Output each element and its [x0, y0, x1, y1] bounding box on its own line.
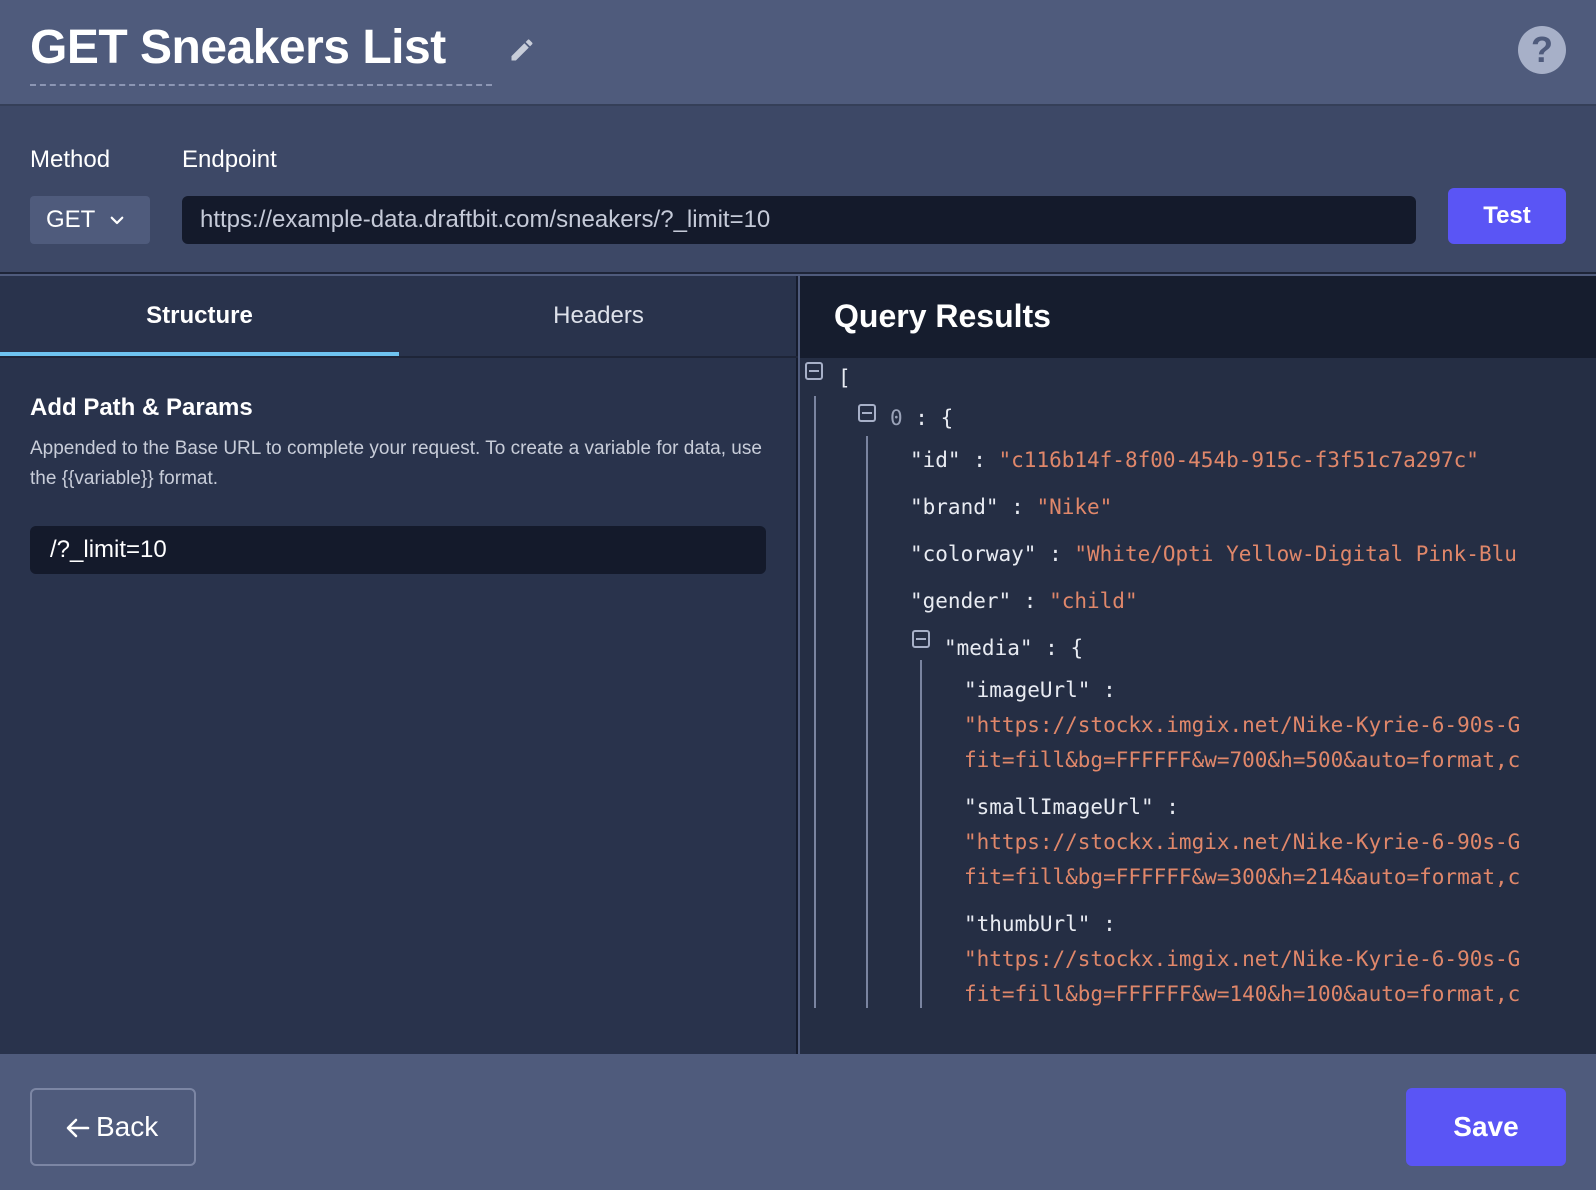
json-value: "https://stockx.imgix.net/Nike-Kyrie-6-9… — [964, 947, 1521, 971]
json-value: "child" — [1049, 589, 1138, 613]
title-underline — [30, 84, 492, 86]
save-button[interactable]: Save — [1406, 1088, 1566, 1166]
header: GET Sneakers List ? — [0, 0, 1596, 106]
back-label: Back — [96, 1111, 159, 1142]
endpoint-input[interactable]: https://example-data.draftbit.com/sneake… — [182, 196, 1416, 244]
json-key: "thumbUrl" : — [964, 912, 1116, 936]
help-icon[interactable]: ? — [1518, 26, 1566, 74]
json-viewer: [ 0 : { "id" : "c116b14f-8f00-454b-915c-… — [800, 358, 1596, 1054]
tree-guide-line — [814, 396, 816, 1008]
json-value: "Nike" — [1036, 495, 1113, 519]
endpoint-label: Endpoint — [182, 146, 277, 173]
json-field-gender: "gender" : "child" — [910, 589, 1138, 613]
json-value: "c116b14f-8f00-454b-915c-f3f51c7a297c" — [998, 448, 1479, 472]
method-value: GET — [46, 206, 96, 233]
path-params-input[interactable]: /?_limit=10 — [30, 526, 766, 574]
json-field-colorway: "colorway" : "White/Opti Yellow-Digital … — [910, 542, 1517, 566]
section-description: Appended to the Base URL to complete you… — [30, 438, 762, 489]
tree-guide-line — [866, 436, 868, 1008]
json-index: 0 — [890, 406, 903, 430]
request-bar: Method Endpoint GET https://example-data… — [0, 106, 1596, 274]
footer: Back Save — [0, 1054, 1596, 1190]
section-title: Add Path & Params — [30, 394, 253, 421]
structure-panel: Structure Headers Add Path & Params Appe… — [0, 276, 798, 1054]
results-title: Query Results — [834, 298, 1051, 334]
json-field-id: "id" : "c116b14f-8f00-454b-915c-f3f51c7a… — [910, 448, 1479, 472]
json-key: "id" — [910, 448, 961, 472]
page-title[interactable]: GET Sneakers List — [30, 20, 446, 75]
chevron-down-icon — [110, 216, 124, 225]
tab-headers[interactable]: Headers — [399, 276, 798, 356]
json-field-brand: "brand" : "Nike" — [910, 495, 1113, 519]
json-value: fit=fill&bg=FFFFFF&w=300&h=214&auto=form… — [964, 865, 1521, 889]
query-results-panel: Query Results [ 0 : { "id" : "c116b14f-8… — [800, 276, 1596, 1054]
json-key: "imageUrl" : — [964, 678, 1116, 702]
method-select[interactable]: GET — [30, 196, 150, 244]
collapse-icon[interactable] — [912, 630, 930, 648]
method-label: Method — [30, 146, 111, 173]
json-value: fit=fill&bg=FFFFFF&w=140&h=100&auto=form… — [964, 982, 1521, 1006]
test-button[interactable]: Test — [1448, 188, 1566, 244]
collapse-icon[interactable] — [858, 404, 876, 422]
json-field-media: "media" : { — [944, 636, 1084, 660]
json-open-brace: { — [1070, 636, 1084, 660]
json-open-brace: { — [940, 406, 954, 430]
json-value: "https://stockx.imgix.net/Nike-Kyrie-6-9… — [964, 830, 1521, 854]
json-key: "media" — [944, 636, 1033, 660]
json-value: "https://stockx.imgix.net/Nike-Kyrie-6-9… — [964, 713, 1521, 737]
json-key: "brand" — [910, 495, 999, 519]
json-key: "colorway" — [910, 542, 1037, 566]
json-key: "gender" — [910, 589, 1012, 613]
tree-guide-line — [920, 660, 922, 1008]
json-value: fit=fill&bg=FFFFFF&w=700&h=500&auto=form… — [964, 748, 1521, 772]
json-value: "White/Opti Yellow-Digital Pink-Blu — [1074, 542, 1517, 566]
json-item-row: 0 : { — [890, 406, 954, 430]
json-open-bracket: [ — [838, 366, 851, 390]
tab-bar: Structure Headers — [0, 276, 798, 358]
collapse-icon[interactable] — [805, 362, 823, 380]
results-header: Query Results — [800, 276, 1596, 358]
pencil-icon[interactable] — [508, 36, 536, 64]
tab-structure[interactable]: Structure — [0, 276, 399, 356]
json-key: "smallImageUrl" : — [964, 795, 1179, 819]
arrow-left-icon — [66, 1118, 90, 1138]
back-button[interactable]: Back — [30, 1088, 196, 1166]
